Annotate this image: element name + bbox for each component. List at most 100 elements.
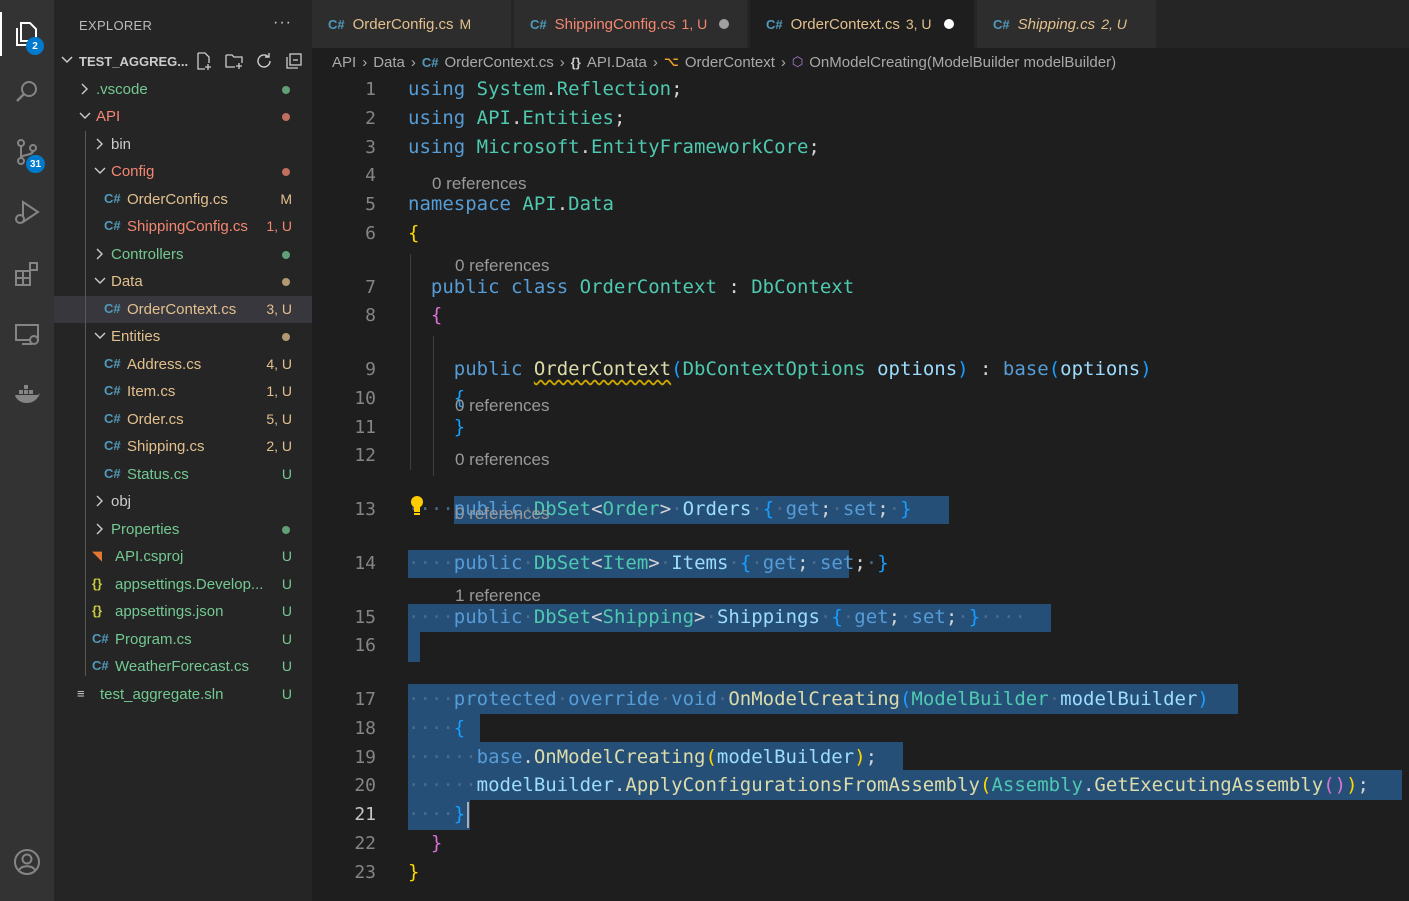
code-line[interactable]: using API.Entities; [408,107,625,129]
breadcrumb: API › Data › C# OrderContext.cs › {} API.Data › ⌥ O… [312,48,1409,76]
text-cursor [467,802,469,828]
code-token: ···· [408,606,454,628]
code-lens-references[interactable]: 0 references [455,256,550,276]
unsaved-dot-icon[interactable] [719,19,730,29]
code-token: GetExecutingAssembly [1094,774,1324,796]
tree-item[interactable]: C# Order.cs 5, U [54,406,312,433]
code-line[interactable]: ····{ [408,717,465,739]
code-line[interactable]: } [408,832,442,854]
code-line[interactable]: public OrderContext(DbContextOptions opt… [408,358,1152,380]
code-token: ( [979,774,992,796]
code-line[interactable]: ······modelBuilder.ApplyConfigurationsFr… [408,774,1369,796]
code-line[interactable]: { [408,222,419,244]
code-line[interactable]: ······base.OnModelCreating(modelBuilder)… [408,746,877,768]
code-token: ······ [408,746,477,768]
tree-item[interactable]: ≡ test_aggregate.sln U [54,681,312,708]
code-token: . [545,78,557,100]
explorer-title: EXPLORER [79,17,153,33]
lightbulb-icon[interactable] [408,494,426,516]
tree-item[interactable]: C# Shipping.cs 2, U [54,433,312,460]
source-control-icon[interactable]: 31 [0,126,54,178]
csharp-file-icon: C# [92,631,109,646]
breadcrumb-item[interactable]: OnModelCreating(ModelBuilder modelBuilde… [809,54,1116,71]
code-lens-references[interactable]: 0 references [455,450,550,470]
tree-item[interactable]: C# ShippingConfig.cs 1, U [54,213,312,240]
tree-item[interactable]: C# Status.cs U [54,461,312,488]
code-token: get [785,498,820,520]
code-token: OrderContext [579,276,717,298]
code-line[interactable]: ····public·DbSet<Shipping>·Shippings·{·g… [408,606,1026,628]
breadcrumb-item[interactable]: OrderContext [685,54,775,71]
collapse-all-icon[interactable] [284,51,304,71]
code-lens-references[interactable]: 0 references [432,174,527,194]
tree-item[interactable]: C# Program.cs U [54,626,312,653]
tab-shipping-cs[interactable]: C# Shipping.cs 2, U [977,0,1157,48]
tree-item[interactable]: API [54,103,312,130]
line-number: 3 [365,137,376,158]
code-token: Items [671,552,729,574]
extensions-icon[interactable] [0,248,54,300]
tab-ordercontext-cs[interactable]: C# OrderContext.cs 3, U [750,0,975,48]
search-icon[interactable] [0,66,54,118]
code-line[interactable]: } [408,861,419,883]
code-lens-references[interactable]: 0 references [455,396,550,416]
code-line[interactable]: ····public·DbSet<Item>·Items·{·get;·set;… [408,552,889,574]
code-editor[interactable]: 1 using System.Reflection; 2 using API.Enti… [312,76,1409,901]
workspace-root[interactable]: TEST_AGGREG... [54,50,312,74]
code-lens-references[interactable]: 0 references [455,504,550,524]
code-lens-references[interactable]: 1 reference [455,586,541,606]
tree-item[interactable]: {} appsettings.json U [54,598,312,625]
code-line[interactable]: { [408,304,442,326]
run-debug-icon[interactable] [0,186,54,238]
code-line[interactable]: public class OrderContext : DbContext [408,276,854,298]
tree-item[interactable]: Data [54,268,312,295]
tree-item[interactable]: C# Item.cs 1, U [54,378,312,405]
code-line[interactable]: ····} [408,803,465,825]
code-line[interactable]: ····protected·override·void·OnModelCreat… [408,688,1209,710]
unsaved-dot-icon[interactable] [943,19,954,29]
tree-item[interactable]: C# Address.cs 4, U [54,351,312,378]
new-file-icon[interactable] [194,51,214,71]
tree-item[interactable]: Controllers [54,241,312,268]
breadcrumb-item[interactable]: API [332,54,356,71]
tab-orderconfig-cs[interactable]: C# OrderConfig.cs M [312,0,512,48]
tree-item[interactable]: obj [54,488,312,515]
tree-item[interactable]: bin [54,131,312,158]
tab-shippingconfig-cs[interactable]: C# ShippingConfig.cs 1, U [514,0,748,48]
csharp-file-icon: C# [104,301,121,316]
tree-item[interactable]: C# WeatherForecast.cs U [54,653,312,680]
code-token: > [659,498,672,520]
files-icon[interactable]: 2 [0,8,54,60]
tree-item[interactable]: ◥ API.csproj U [54,543,312,570]
account-icon[interactable] [0,836,54,888]
code-line[interactable]: } [408,416,465,438]
tree-item[interactable]: C# OrderConfig.cs M [54,186,312,213]
more-actions-icon[interactable]: ··· [273,14,292,32]
code-token: ; [808,136,820,158]
remote-explorer-icon[interactable] [0,308,54,360]
breadcrumb-item[interactable]: OrderContext.cs [445,54,554,71]
code-line[interactable]: using System.Reflection; [408,78,683,100]
new-folder-icon[interactable] [224,51,244,71]
method-icon: ⬡ [791,54,804,69]
tree-item[interactable]: Config [54,158,312,185]
tree-item[interactable]: Entities [54,323,312,350]
docker-icon[interactable] [0,368,54,420]
tree-item[interactable]: C# OrderContext.cs 3, U [54,296,312,323]
refresh-icon[interactable] [254,51,274,71]
code-line[interactable]: namespace API.Data [408,193,614,215]
code-line[interactable]: using Microsoft.EntityFrameworkCore; [408,136,820,158]
indent-guide [85,131,86,676]
chevron-right-icon [96,138,103,150]
workspace-root-label: TEST_AGGREG... [79,54,189,69]
tree-item-label: Controllers [111,246,184,263]
breadcrumb-item[interactable]: API.Data [587,54,647,71]
tree-item[interactable]: .vscode [54,76,312,103]
breadcrumb-item[interactable]: Data [373,54,405,71]
tree-item[interactable]: Properties [54,516,312,543]
tree-item[interactable]: {} appsettings.Develop... U [54,571,312,598]
line-number: 19 [354,747,376,768]
code-token: { [831,606,843,628]
solution-file-icon: ≡ [77,686,85,701]
